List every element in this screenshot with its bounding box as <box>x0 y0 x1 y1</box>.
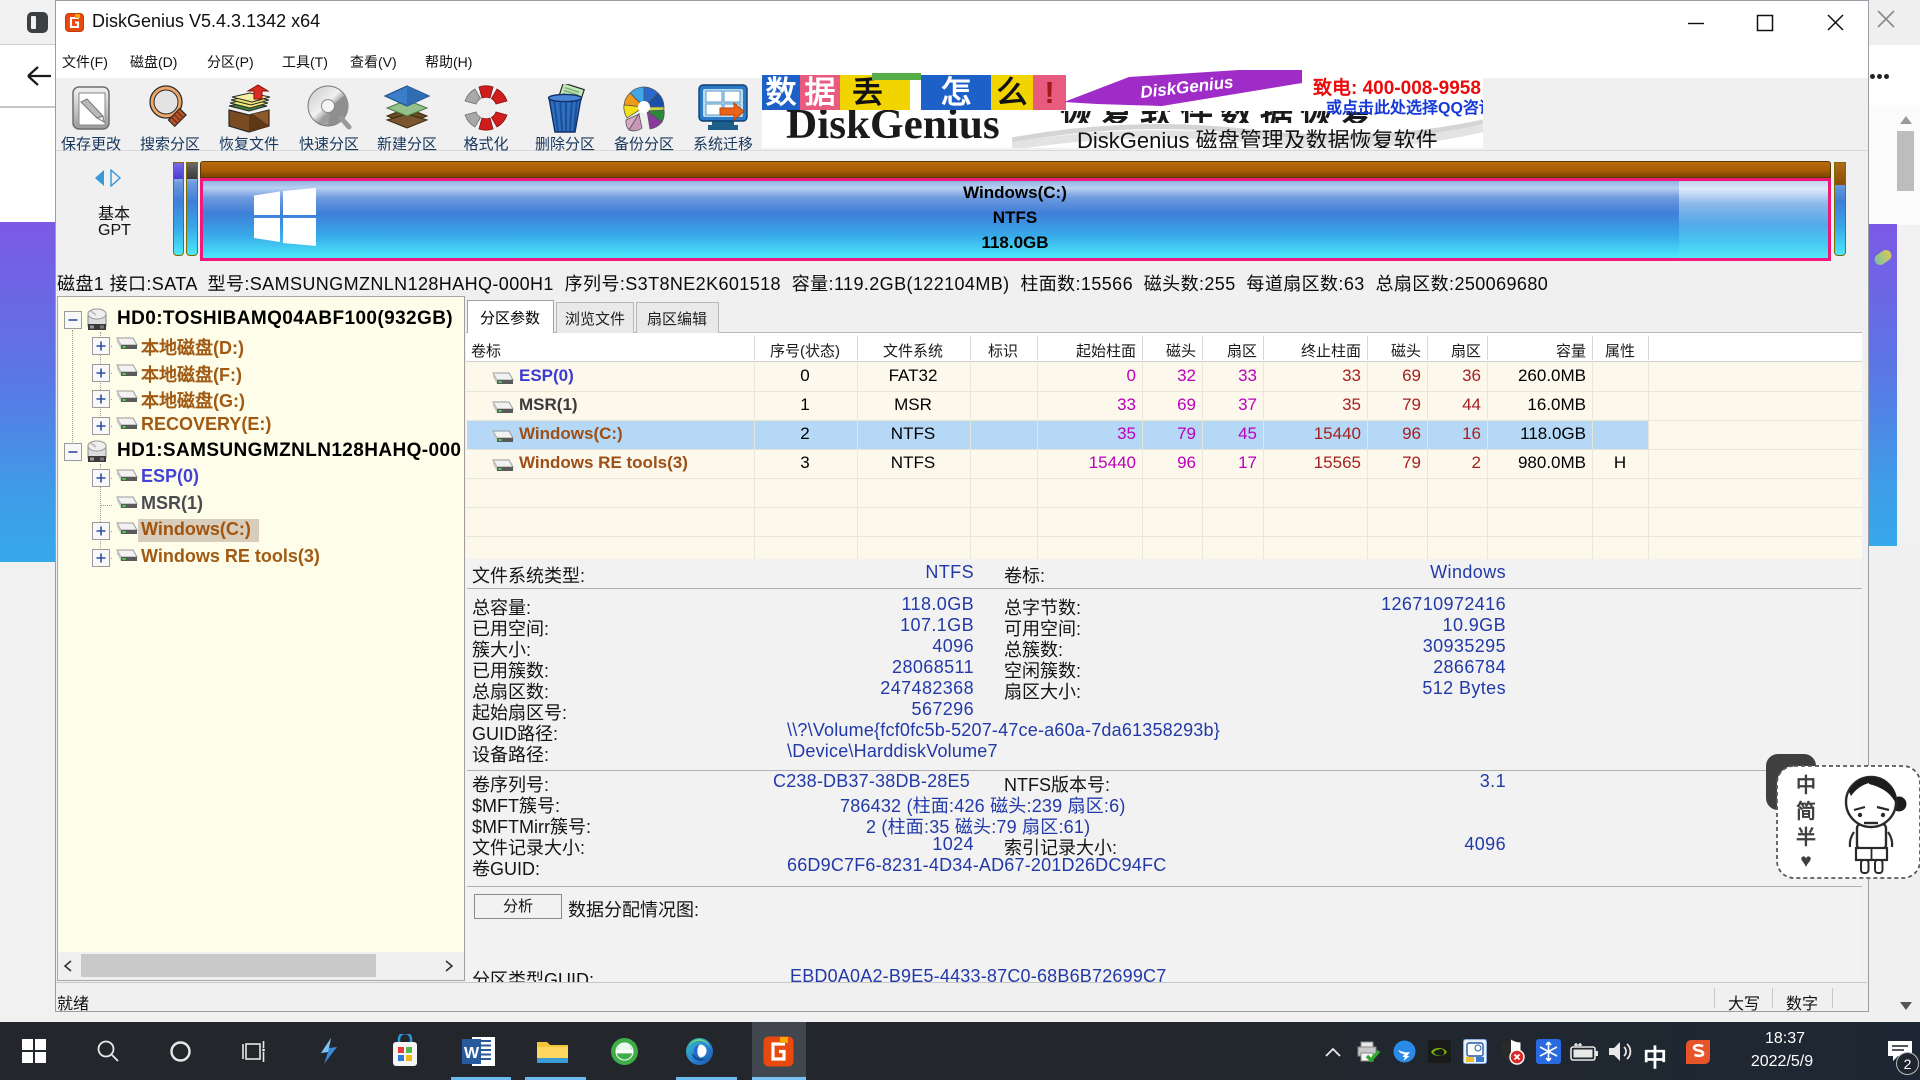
svg-text:W: W <box>464 1045 480 1062</box>
svg-text:半: 半 <box>1796 825 1816 849</box>
svg-text:中: 中 <box>1796 773 1816 797</box>
svg-text:简: 简 <box>1796 799 1816 823</box>
svg-text:♥: ♥ <box>1800 851 1811 872</box>
